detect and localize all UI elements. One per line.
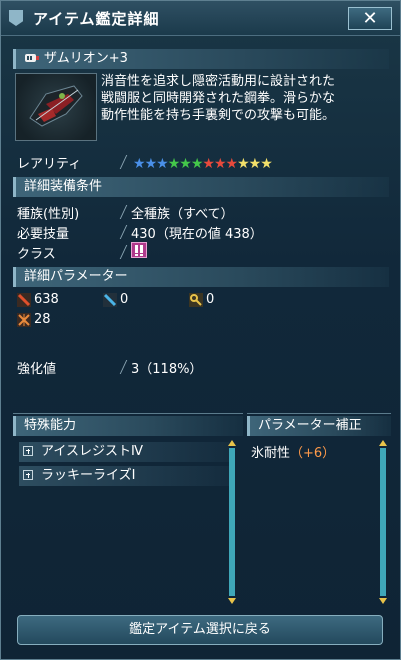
divider	[119, 360, 128, 374]
striking-power-icon	[17, 293, 31, 307]
knuckle-weapon-icon	[25, 53, 39, 62]
rarity-stars: ★★★★★★★★★★★★	[133, 153, 273, 172]
dexterity-icon	[17, 313, 31, 327]
bonus-label: 氷耐性	[251, 446, 291, 461]
scroll-thumb[interactable]	[380, 448, 386, 596]
scroll-down-icon[interactable]	[228, 598, 236, 604]
item-name: ザムリオン+3	[44, 51, 128, 66]
close-button[interactable]: ✕	[348, 7, 392, 30]
skill-value: 430（現在の値 438）	[131, 227, 263, 242]
divider	[119, 205, 128, 219]
dexterity-value: 28	[34, 312, 51, 327]
technique-power-value: 0	[206, 292, 215, 307]
description-line: 消音性を追求し隠密活動用に設計された	[101, 74, 336, 89]
shooting-power-value: 0	[120, 292, 129, 307]
expand-icon	[23, 470, 33, 480]
parameter-bonus-panel: パラメーター補正 氷耐性（+6）	[247, 413, 391, 610]
divider	[119, 155, 128, 169]
class-label: クラス	[17, 247, 56, 262]
title-bar: アイテム鑑定詳細 ✕	[1, 1, 400, 36]
rarity-star-icon: ★	[260, 156, 273, 172]
shooting-power-icon	[103, 293, 117, 307]
description-line: 戦闘服と同時開発された鋼拳。滑らかな	[101, 91, 336, 106]
scroll-down-icon[interactable]	[379, 598, 387, 604]
window-title: アイテム鑑定詳細	[33, 10, 160, 28]
scroll-up-icon[interactable]	[228, 440, 236, 446]
title-tab-icon	[9, 10, 23, 26]
striking-power-value: 638	[34, 292, 59, 307]
expand-icon	[23, 446, 33, 456]
description-line: 動作性能を持ち手裏剣での攻撃も可能。	[101, 108, 336, 123]
special-abilities-header: 特殊能力	[13, 416, 243, 436]
scroll-up-icon[interactable]	[379, 440, 387, 446]
ability-item[interactable]: ラッキーライズⅠ	[19, 466, 229, 486]
item-description: 消音性を追求し隠密活動用に設計された 戦闘服と同時開発された鋼拳。滑らかな 動作…	[101, 73, 391, 124]
technique-power-icon	[189, 293, 203, 307]
abilities-scrollbar[interactable]	[229, 448, 235, 596]
race-label: 種族(性別)	[17, 207, 80, 222]
bonus-value: （+6）	[290, 446, 336, 461]
skill-label: 必要技量	[17, 227, 70, 242]
ability-name: アイスレジストⅣ	[41, 444, 143, 459]
ability-item[interactable]: アイスレジストⅣ	[19, 442, 229, 462]
item-thumbnail	[15, 73, 97, 141]
scroll-thumb[interactable]	[229, 448, 235, 596]
divider	[119, 225, 128, 239]
ability-name: ラッキーライズⅠ	[41, 468, 136, 483]
divider	[119, 245, 128, 259]
parameters-header: 詳細パラメーター	[13, 267, 389, 287]
knuckle-image-icon	[29, 85, 83, 127]
parameter-bonus-header: パラメーター補正	[247, 416, 391, 436]
requirements-header: 詳細装備条件	[13, 177, 389, 197]
enhance-value: 3（118%）	[131, 362, 203, 377]
special-abilities-panel: 特殊能力 アイスレジストⅣ ラッキーライズⅠ	[13, 413, 243, 610]
rarity-label: レアリティ	[17, 157, 82, 172]
bonus-scrollbar[interactable]	[380, 448, 386, 596]
parameter-bonus-row: 氷耐性（+6）	[251, 442, 335, 461]
race-value: 全種族（すべて）	[131, 207, 234, 222]
back-to-selection-button[interactable]: 鑑定アイテム選択に戻る	[17, 615, 383, 645]
enhance-label: 強化値	[17, 362, 57, 377]
class-fighter-icon	[131, 242, 147, 258]
item-appraisal-window: アイテム鑑定詳細 ✕ ザムリオン+3 消音性を追求し隠密活動用に設計された 戦闘…	[0, 0, 401, 660]
item-name-bar: ザムリオン+3	[13, 49, 389, 69]
